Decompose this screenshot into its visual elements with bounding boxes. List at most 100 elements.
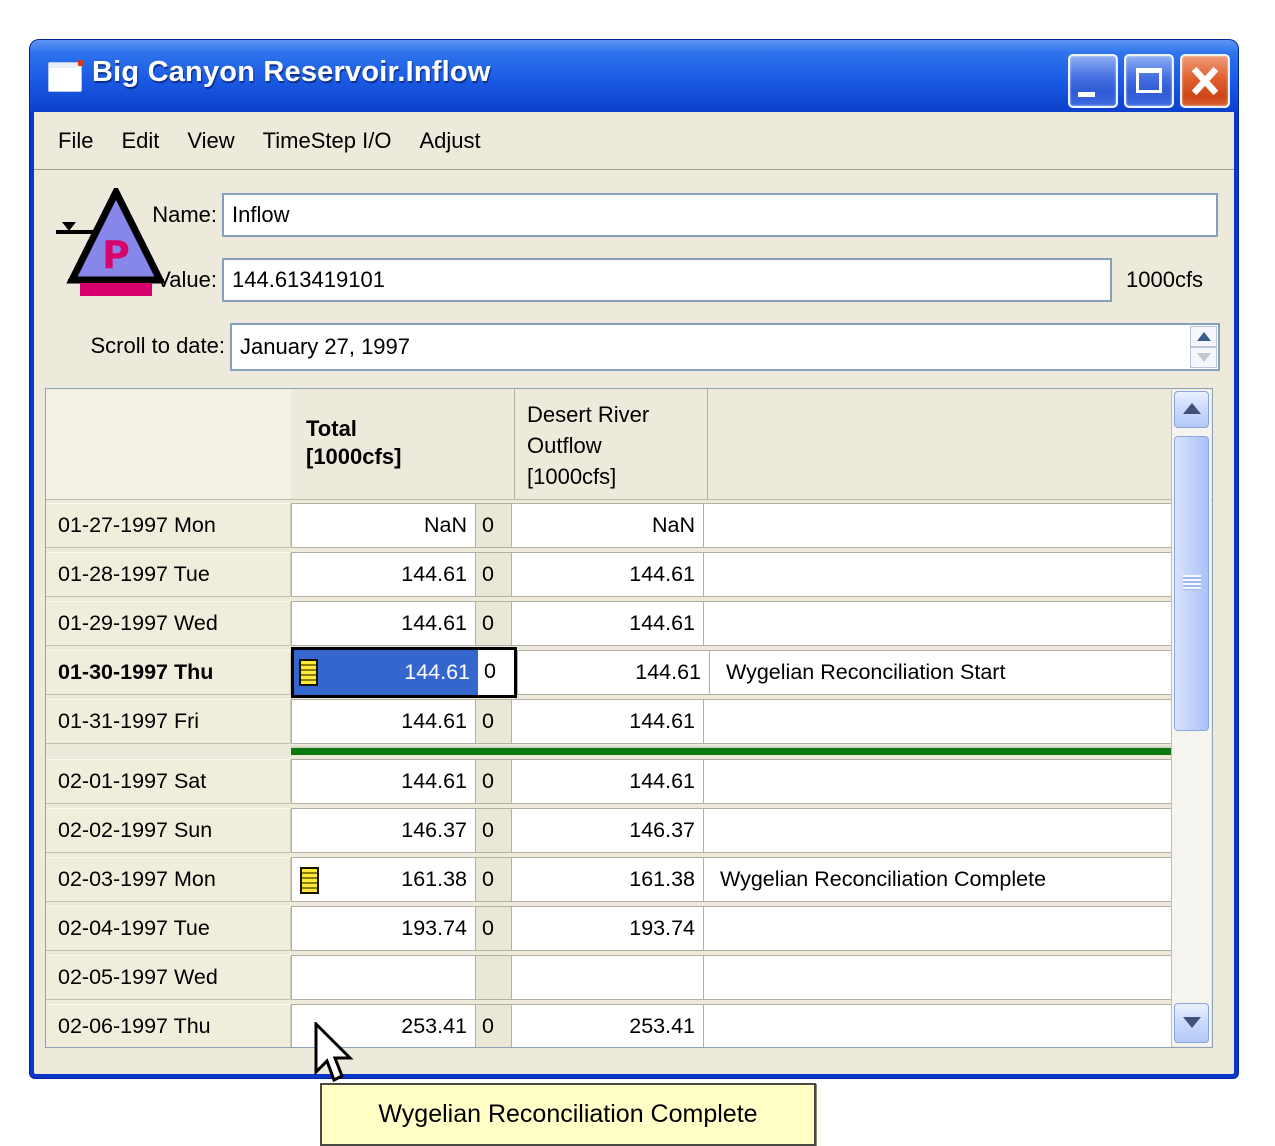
date-cell[interactable]: 01-27-1997 Mon	[46, 503, 291, 548]
desert-cell[interactable]: 144.61	[511, 699, 703, 744]
flag-cell[interactable]: 0	[478, 650, 514, 695]
menu-edit[interactable]: Edit	[107, 122, 173, 160]
date-cell[interactable]: 02-01-1997 Sat	[46, 759, 291, 804]
table-row: 02-05-1997 Wed	[46, 955, 1172, 1000]
down-arrow-icon	[1197, 353, 1211, 362]
desert-cell[interactable]: 144.61	[511, 601, 703, 646]
table-row: 02-02-1997 Sun 146.37 0 146.37	[46, 808, 1172, 853]
flag-cell[interactable]: 0	[475, 906, 511, 951]
note-cell[interactable]	[703, 503, 1172, 548]
desert-cell[interactable]: 161.38	[511, 857, 703, 902]
flag-cell[interactable]: 0	[475, 503, 511, 548]
spinner-down-button[interactable]	[1190, 347, 1217, 368]
menu-timestep-io[interactable]: TimeStep I/O	[249, 122, 406, 160]
desert-cell[interactable]: 144.61	[517, 650, 709, 695]
desert-cell[interactable]	[511, 955, 703, 1000]
spinner-up-button[interactable]	[1190, 326, 1217, 347]
flag-cell[interactable]: 0	[475, 552, 511, 597]
total-column-header[interactable]: Total [1000cfs]	[291, 389, 514, 499]
note-cell[interactable]	[703, 552, 1172, 597]
desert-cell[interactable]: NaN	[511, 503, 703, 548]
date-cell[interactable]: 02-06-1997 Thu	[46, 1004, 291, 1048]
date-cell[interactable]: 02-03-1997 Mon	[46, 857, 291, 902]
table-row: 01-31-1997 Fri 144.61 0 144.61	[46, 699, 1172, 744]
desert-river-column-header[interactable]: Desert River Outflow [1000cfs]	[514, 389, 707, 499]
close-button[interactable]	[1180, 54, 1230, 108]
selected-cell-outline[interactable]: 144.61 0	[291, 647, 517, 698]
scrollbar-thumb[interactable]	[1174, 436, 1209, 731]
note-cell[interactable]	[703, 1004, 1172, 1048]
total-cell[interactable]: 144.61	[291, 601, 475, 646]
app-window: Big Canyon Reservoir.Inflow File E	[30, 40, 1238, 1078]
date-cell[interactable]: 01-29-1997 Wed	[46, 601, 291, 646]
flag-cell[interactable]: 0	[475, 857, 511, 902]
desert-cell[interactable]: 193.74	[511, 906, 703, 951]
titlebar[interactable]: Big Canyon Reservoir.Inflow	[30, 40, 1238, 112]
desert-cell[interactable]: 146.37	[511, 808, 703, 853]
flag-cell[interactable]: 0	[475, 699, 511, 744]
total-cell[interactable]: 193.74	[291, 906, 475, 951]
menu-file[interactable]: File	[44, 122, 107, 160]
desert-cell[interactable]: 144.61	[511, 552, 703, 597]
date-column-header[interactable]	[46, 389, 291, 499]
note-cell[interactable]: Wygelian Reconciliation Complete	[703, 857, 1172, 902]
minimize-button[interactable]	[1068, 54, 1118, 108]
date-cell[interactable]: 02-05-1997 Wed	[46, 955, 291, 1000]
scroll-down-icon	[1183, 1017, 1201, 1028]
desert-cell[interactable]: 144.61	[511, 759, 703, 804]
total-cell[interactable]: 144.61	[291, 552, 475, 597]
note-icon[interactable]	[299, 659, 318, 686]
note-cell[interactable]	[703, 808, 1172, 853]
scroll-up-icon	[1183, 403, 1201, 414]
desert-cell[interactable]: 253.41	[511, 1004, 703, 1048]
total-cell-selected[interactable]: 144.61	[294, 650, 478, 695]
table-header: Total [1000cfs] Desert River Outflow [10…	[46, 389, 1212, 500]
table-row: 01-29-1997 Wed 144.61 0 144.61	[46, 601, 1172, 646]
note-cell[interactable]	[703, 955, 1172, 1000]
note-cell[interactable]: Wygelian Reconciliation Start	[709, 650, 1172, 695]
date-cell[interactable]: 01-30-1997 Thu	[46, 650, 291, 695]
note-icon[interactable]	[300, 867, 319, 894]
date-cell[interactable]: 01-31-1997 Fri	[46, 699, 291, 744]
page: { "window": { "title": "Big Canyon Reser…	[0, 0, 1275, 1109]
note-cell[interactable]	[703, 906, 1172, 951]
flag-cell[interactable]: 0	[475, 1004, 511, 1048]
total-cell[interactable]: 144.61	[291, 699, 475, 744]
flag-cell[interactable]: 0	[475, 759, 511, 804]
table-row: 02-06-1997 Thu 253.41 0 253.41	[46, 1004, 1172, 1048]
minimize-icon	[1078, 92, 1095, 97]
total-cell[interactable]	[291, 955, 475, 1000]
date-spinner	[1190, 326, 1217, 368]
month-divider-line	[291, 748, 1177, 755]
date-cell[interactable]: 02-04-1997 Tue	[46, 906, 291, 951]
flag-cell[interactable]	[475, 955, 511, 1000]
window-title: Big Canyon Reservoir.Inflow	[92, 56, 491, 89]
scrollbar-down-button[interactable]	[1174, 1003, 1209, 1043]
name-input[interactable]	[222, 193, 1218, 237]
menu-adjust[interactable]: Adjust	[405, 122, 494, 160]
menu-view[interactable]: View	[173, 122, 248, 160]
up-arrow-icon	[1197, 332, 1211, 341]
value-input[interactable]	[222, 258, 1112, 302]
note-cell[interactable]	[703, 759, 1172, 804]
total-cell[interactable]: NaN	[291, 503, 475, 548]
vertical-scrollbar[interactable]	[1171, 390, 1211, 1046]
header-filler	[707, 389, 1212, 499]
date-cell[interactable]: 02-02-1997 Sun	[46, 808, 291, 853]
table-row-selected: 01-30-1997 Thu 144.61 0 144.61 Wygelian …	[46, 650, 1172, 695]
table-rows: 01-27-1997 Mon NaN 0 NaN 01-28-1997 Tue …	[46, 503, 1172, 1048]
table-row: 01-28-1997 Tue 144.61 0 144.61	[46, 552, 1172, 597]
scrollbar-up-button[interactable]	[1174, 391, 1209, 428]
maximize-icon	[1136, 68, 1162, 93]
note-tooltip: Wygelian Reconciliation Complete	[320, 1083, 816, 1146]
scroll-to-date-input[interactable]	[230, 323, 1220, 371]
flag-cell[interactable]: 0	[475, 601, 511, 646]
note-cell[interactable]	[703, 601, 1172, 646]
total-cell[interactable]: 144.61	[291, 759, 475, 804]
maximize-button[interactable]	[1124, 54, 1174, 108]
note-cell[interactable]	[703, 699, 1172, 744]
total-cell[interactable]: 161.38	[291, 857, 475, 902]
date-cell[interactable]: 01-28-1997 Tue	[46, 552, 291, 597]
total-cell[interactable]: 146.37	[291, 808, 475, 853]
flag-cell[interactable]: 0	[475, 808, 511, 853]
